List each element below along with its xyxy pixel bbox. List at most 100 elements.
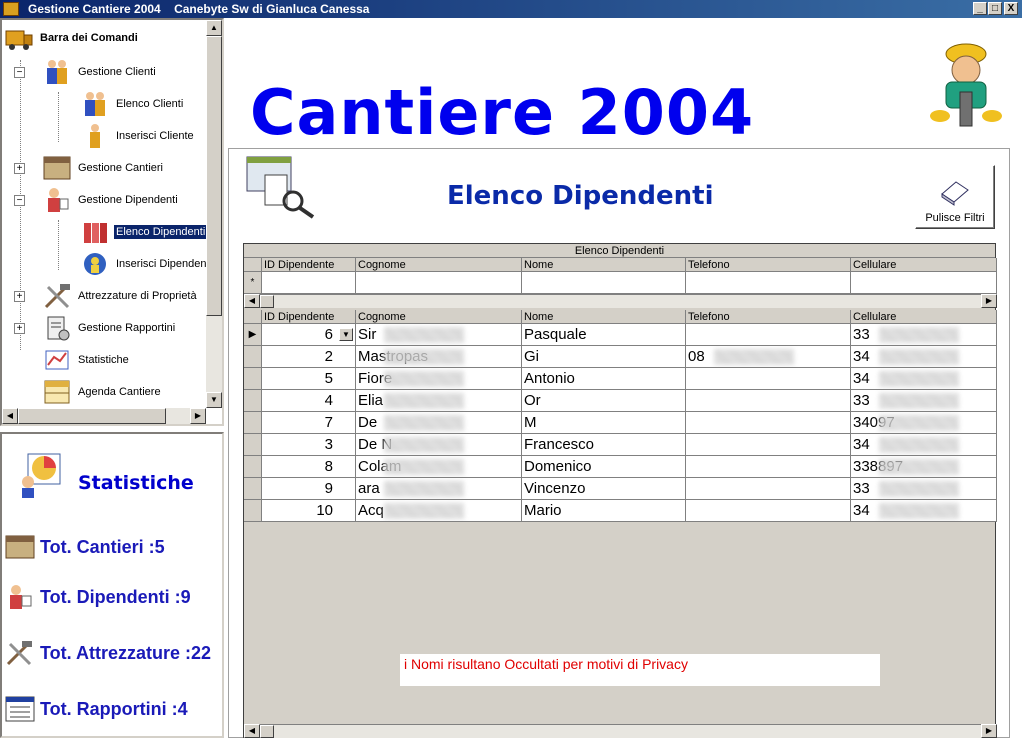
- cell-telefono[interactable]: [686, 390, 851, 412]
- tree-item-inserisci-dipendente[interactable]: Inserisci Dipendent: [80, 248, 212, 280]
- tree-horizontal-scrollbar[interactable]: ◀ ▶: [2, 408, 206, 424]
- column-header-telefono[interactable]: Telefono: [686, 310, 851, 324]
- tree-item-gestione-rapportini[interactable]: Gestione Rapportini: [42, 312, 177, 344]
- scroll-left-button[interactable]: ◀: [2, 408, 18, 424]
- cell-telefono[interactable]: [686, 500, 851, 522]
- cell-cognome[interactable]: Mastropas: [356, 346, 522, 368]
- cell-id[interactable]: 4: [262, 390, 356, 412]
- scroll-thumb[interactable]: [260, 725, 274, 738]
- scroll-right-button[interactable]: ▶: [981, 724, 997, 738]
- cell-id[interactable]: 10: [262, 500, 356, 522]
- cell-telefono[interactable]: [686, 412, 851, 434]
- cell-cognome[interactable]: Sir: [356, 324, 522, 346]
- tree-item-gestione-dipendenti[interactable]: Gestione Dipendenti: [42, 184, 180, 216]
- cell-cellulare[interactable]: 33: [851, 478, 997, 500]
- cell-cellulare[interactable]: 33: [851, 324, 997, 346]
- scroll-right-button[interactable]: ▶: [981, 294, 997, 308]
- cell-nome[interactable]: Vincenzo: [522, 478, 686, 500]
- scroll-up-button[interactable]: ▲: [206, 20, 222, 36]
- tree-vertical-scrollbar[interactable]: ▲ ▼: [206, 20, 222, 408]
- filter-telefono-input[interactable]: [686, 272, 851, 294]
- cell-id[interactable]: 8: [262, 456, 356, 478]
- cell-telefono[interactable]: [686, 456, 851, 478]
- cell-cellulare[interactable]: 34097: [851, 412, 997, 434]
- cell-id[interactable]: 6 ▼: [262, 324, 356, 346]
- cell-cellulare[interactable]: 34: [851, 434, 997, 456]
- collapse-clienti-icon[interactable]: −: [14, 67, 25, 78]
- cell-nome[interactable]: Antonio: [522, 368, 686, 390]
- filter-nome-input[interactable]: [522, 272, 686, 294]
- cell-cognome[interactable]: Acq: [356, 500, 522, 522]
- cell-id[interactable]: 5: [262, 368, 356, 390]
- row-selector[interactable]: [244, 478, 262, 500]
- cell-id[interactable]: 9: [262, 478, 356, 500]
- expand-rapportini-icon[interactable]: +: [14, 323, 25, 334]
- cell-nome[interactable]: Mario: [522, 500, 686, 522]
- row-selector[interactable]: [244, 346, 262, 368]
- cell-cellulare[interactable]: 34: [851, 368, 997, 390]
- tree-item-gestione-cantieri[interactable]: Gestione Cantieri: [42, 152, 165, 184]
- scroll-left-button[interactable]: ◀: [244, 294, 260, 308]
- cell-cognome[interactable]: Elia: [356, 390, 522, 412]
- tree-item-statistiche[interactable]: Statistiche: [42, 344, 131, 376]
- filter-cellulare-input[interactable]: [851, 272, 997, 294]
- tree-item-agenda-cantiere[interactable]: Agenda Cantiere: [42, 376, 163, 408]
- column-header-id[interactable]: ID Dipendente: [262, 310, 356, 324]
- tree-item-elenco-dipendenti[interactable]: Elenco Dipendenti: [80, 216, 209, 248]
- cell-nome[interactable]: Gi: [522, 346, 686, 368]
- row-selector[interactable]: [244, 390, 262, 412]
- cell-cellulare[interactable]: 33: [851, 390, 997, 412]
- row-selector[interactable]: [244, 500, 262, 522]
- tree-item-elenco-clienti[interactable]: Elenco Clienti: [80, 88, 185, 120]
- cell-telefono[interactable]: [686, 434, 851, 456]
- tree-item-attrezzature[interactable]: Attrezzature di Proprietà: [42, 280, 199, 312]
- scroll-thumb[interactable]: [260, 295, 274, 308]
- tree-root[interactable]: Barra dei Comandi: [4, 22, 140, 54]
- cell-nome[interactable]: Francesco: [522, 434, 686, 456]
- cell-telefono[interactable]: 08: [686, 346, 851, 368]
- scroll-left-button[interactable]: ◀: [244, 724, 260, 738]
- dropdown-arrow-icon[interactable]: ▼: [339, 328, 353, 341]
- filter-cognome-input[interactable]: [356, 272, 522, 294]
- scroll-thumb[interactable]: [206, 36, 222, 316]
- cell-id[interactable]: 3: [262, 434, 356, 456]
- cell-cognome[interactable]: Fiore: [356, 368, 522, 390]
- cell-cognome[interactable]: Colam: [356, 456, 522, 478]
- grid-horizontal-scrollbar[interactable]: ◀ ▶: [244, 724, 997, 738]
- column-header-cellulare[interactable]: Cellulare: [851, 310, 997, 324]
- scroll-right-button[interactable]: ▶: [190, 408, 206, 424]
- cell-cognome[interactable]: De: [356, 412, 522, 434]
- expand-attrezzature-icon[interactable]: +: [14, 291, 25, 302]
- cell-id[interactable]: 2: [262, 346, 356, 368]
- close-button[interactable]: X: [1004, 2, 1018, 15]
- command-tree[interactable]: Barra dei Comandi − Gestione Clienti Ele…: [0, 18, 224, 426]
- cell-id[interactable]: 7: [262, 412, 356, 434]
- cell-nome[interactable]: M: [522, 412, 686, 434]
- collapse-dipendenti-icon[interactable]: −: [14, 195, 25, 206]
- row-selector[interactable]: [244, 434, 262, 456]
- tree-item-inserisci-cliente[interactable]: Inserisci Cliente: [80, 120, 196, 152]
- cell-cellulare[interactable]: 34: [851, 500, 997, 522]
- row-selector[interactable]: [244, 456, 262, 478]
- cell-nome[interactable]: Pasquale: [522, 324, 686, 346]
- cell-cognome[interactable]: ara: [356, 478, 522, 500]
- cell-nome[interactable]: Domenico: [522, 456, 686, 478]
- cell-telefono[interactable]: [686, 478, 851, 500]
- column-header-nome[interactable]: Nome: [522, 310, 686, 324]
- maximize-button[interactable]: □: [988, 2, 1002, 15]
- minimize-button[interactable]: _: [973, 2, 987, 15]
- cell-cellulare[interactable]: 34: [851, 346, 997, 368]
- filter-horizontal-scrollbar[interactable]: ◀ ▶: [244, 294, 997, 308]
- row-selector[interactable]: ▶: [244, 324, 262, 346]
- expand-cantieri-icon[interactable]: +: [14, 163, 25, 174]
- row-selector[interactable]: [244, 412, 262, 434]
- filter-id-input[interactable]: [262, 272, 356, 294]
- cell-telefono[interactable]: [686, 368, 851, 390]
- cell-cognome[interactable]: De N: [356, 434, 522, 456]
- scroll-down-button[interactable]: ▼: [206, 392, 222, 408]
- employee-grid[interactable]: Elenco Dipendenti ID Dipendente Cognome …: [243, 243, 997, 738]
- column-header-cognome[interactable]: Cognome: [356, 310, 522, 324]
- row-selector[interactable]: [244, 368, 262, 390]
- cell-telefono[interactable]: [686, 324, 851, 346]
- clear-filters-button[interactable]: Pulisce Filtri: [915, 165, 995, 229]
